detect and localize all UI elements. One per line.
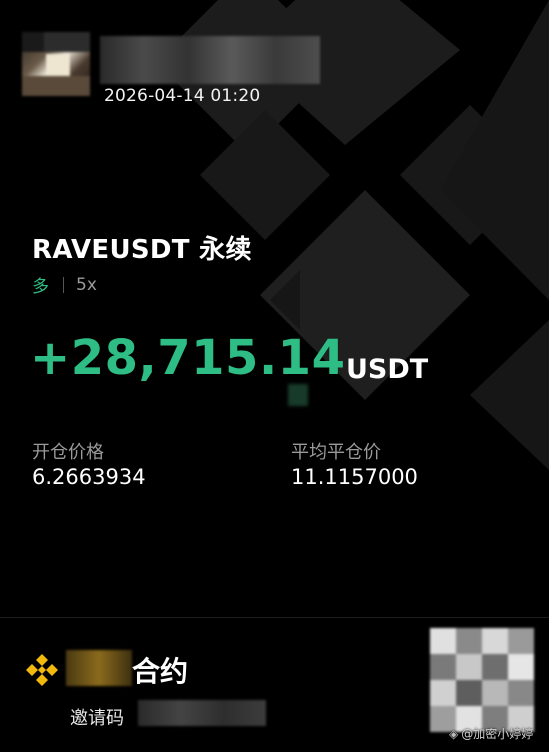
meta-divider	[63, 276, 64, 293]
watermark-logo-icon: ◈	[449, 726, 459, 741]
close-price-value: 11.1157000	[291, 465, 418, 489]
brand-name-redacted	[66, 650, 132, 686]
avatar[interactable]	[22, 32, 90, 96]
pnl-currency: USDT	[346, 354, 429, 385]
watermark-text: @加密小婷婷	[461, 727, 534, 741]
contract-symbol: RAVEUSDT 永续	[32, 235, 252, 265]
watermark: ◈ @加密小婷婷	[449, 725, 533, 742]
close-price-label: 平均平仓价	[291, 442, 381, 463]
username-redacted	[100, 36, 320, 84]
leverage-value: 5x	[76, 274, 97, 295]
entry-price-label: 开仓价格	[32, 442, 104, 463]
invite-code-label: 邀请码	[70, 708, 124, 729]
qr-code-redacted[interactable]	[430, 628, 534, 732]
pnl-amount: +28,715.14	[30, 330, 346, 386]
invite-code-redacted	[138, 700, 266, 726]
entry-price-value: 6.2663934	[32, 465, 146, 489]
pnl-redaction	[288, 384, 308, 406]
position-side-badge: 多	[32, 277, 49, 297]
position-meta: 多 5x	[32, 272, 97, 298]
share-timestamp: 2026-04-14 01:20	[104, 86, 261, 106]
brand-label: 合约	[132, 655, 189, 688]
binance-logo-icon	[26, 654, 58, 686]
footer-divider	[0, 617, 549, 618]
